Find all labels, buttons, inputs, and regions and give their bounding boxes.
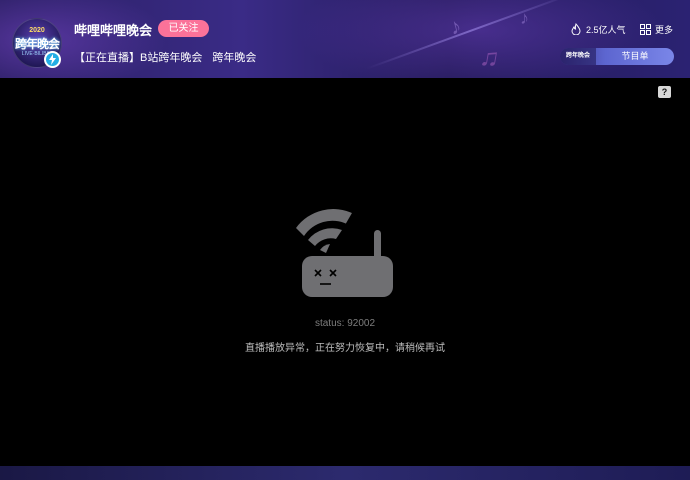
music-note-decoration: ♫	[477, 40, 503, 74]
decoration-streak	[366, 0, 574, 70]
channel-name[interactable]: 哔哩哔哩晚会	[74, 20, 152, 39]
schedule-logo: 跨年晚会	[560, 48, 596, 65]
avatar-year: 2020	[29, 27, 45, 34]
popularity-value: 2.5亿人气	[586, 24, 626, 35]
program-schedule-button[interactable]: 跨年晚会 节目单	[560, 48, 674, 65]
stream-title: 【正在直播】B站跨年晚会 跨年晚会	[74, 49, 256, 65]
broken-router-icon	[296, 209, 393, 297]
lightning-icon	[44, 51, 61, 68]
popularity-counter: 2.5亿人气	[571, 22, 626, 36]
stream-area-tag[interactable]: 跨年晚会	[212, 52, 256, 64]
avatar-logo-text: 跨年晚会	[14, 37, 60, 51]
follow-button[interactable]: 已关注	[158, 20, 209, 37]
more-label: 更多	[655, 24, 674, 35]
status-code: status: 92002	[314, 318, 376, 329]
player-bottom-bar	[0, 466, 690, 480]
live-room: ♪ ♫ ♪ 2020 跨年晚会 LIVE·BILIBILI 哔哩哔哩晚会 已关注…	[0, 0, 690, 480]
schedule-label: 节目单	[621, 51, 649, 61]
help-icon[interactable]: ?	[658, 86, 671, 98]
grid-icon	[640, 23, 651, 35]
more-button[interactable]: 更多	[640, 22, 673, 36]
stream-title-main: 【正在直播】B站跨年晚会	[74, 52, 203, 64]
flame-icon	[571, 23, 581, 35]
room-header: ♪ ♫ ♪ 2020 跨年晚会 LIVE·BILIBILI 哔哩哔哩晚会 已关注…	[0, 0, 690, 78]
error-message: 直播播放异常，正在努力恢复中，请稍候再试	[245, 343, 445, 354]
music-note-decoration: ♪	[520, 8, 529, 28]
